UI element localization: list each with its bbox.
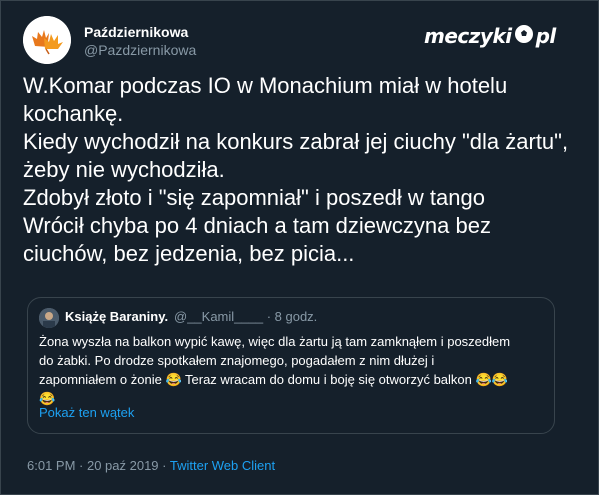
tweet-timestamp[interactable]: 6:01 PM · 20 paź 2019 · — [27, 458, 170, 473]
quoted-text: Żona wyszła na balkon wypić kawę, więc d… — [39, 332, 549, 408]
brand-text-suffix: pl — [535, 24, 557, 48]
author-avatar[interactable] — [23, 16, 71, 64]
tweet-line: kochankę. — [23, 101, 124, 126]
show-thread-link[interactable]: Pokaż ten wątek — [39, 405, 134, 420]
tweet-line: Wrócił chyba po 4 dniach a tam dziewczyn… — [23, 213, 491, 238]
tweet-line: W.Komar podczas IO w Monachium miał w ho… — [23, 73, 508, 98]
quoted-line: Żona wyszła na balkon wypić kawę, więc d… — [39, 334, 511, 349]
quoted-tweet[interactable]: Książę Baraniny. @__Kamil____ · 8 godz. … — [27, 297, 555, 434]
brand-logo: meczyki pl — [424, 22, 556, 50]
tweet-text: W.Komar podczas IO w Monachium miał w ho… — [23, 72, 583, 268]
quoted-line: zapomniałem o żonie 😂 Teraz wracam do do… — [39, 372, 508, 387]
source-app-link[interactable]: Twitter Web Client — [170, 458, 275, 473]
tweet-line: ciuchów, bez jedzenia, bez picia... — [23, 241, 355, 266]
user-photo-icon — [39, 308, 59, 328]
author-handle[interactable]: @Pazdziernikowa — [84, 42, 196, 58]
quoted-author-handle: @__Kamil____ · 8 godz. — [174, 309, 318, 324]
quoted-author-name[interactable]: Książę Baraniny. — [65, 309, 168, 324]
maple-leaves-icon — [23, 16, 71, 64]
author-name[interactable]: Październikowa — [84, 24, 188, 40]
tweet-line: żeby nie wychodziła. — [23, 157, 225, 182]
tweet-line: Zdobył złoto i "się zapomniał" i poszedł… — [23, 185, 485, 210]
quoted-line: do żabki. Po drodze spotkałem znajomego,… — [39, 353, 435, 368]
tweet-meta: 6:01 PM · 20 paź 2019 · Twitter Web Clie… — [27, 458, 275, 473]
ball-icon — [514, 24, 534, 49]
quoted-author-avatar[interactable] — [39, 308, 59, 328]
tweet-line: Kiedy wychodził na konkurs zabrał jej ci… — [23, 129, 569, 154]
brand-text: meczyki — [424, 24, 512, 48]
